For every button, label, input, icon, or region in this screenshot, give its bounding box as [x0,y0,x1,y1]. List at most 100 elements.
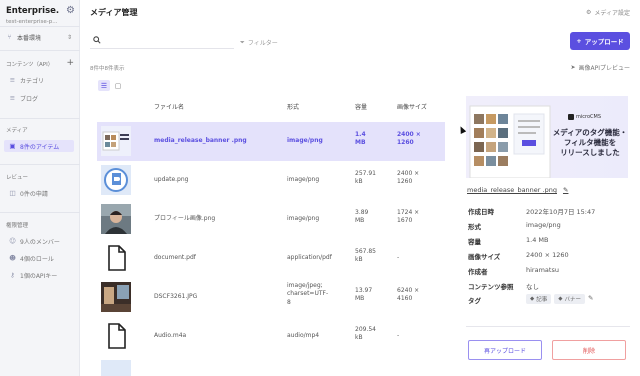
meta-key: 作成者 [468,268,488,276]
column-header-format[interactable]: 形式 [287,102,299,111]
row-dimensions: - [397,332,400,339]
toolbar: ⏷ フィルター + アップロード [80,30,640,54]
tag-list: ◆ 記事 ◆ バナー ✎ [526,294,593,304]
add-api-icon[interactable]: + [66,59,74,68]
thumbnail-partial [101,360,131,376]
table-row[interactable]: media_release_banner .png image/png 1.4 … [97,122,445,161]
meta-key: 作成日時 [468,208,494,216]
gear-icon[interactable]: ⚙ [66,6,76,16]
pencil-icon[interactable]: ✎ [563,186,568,194]
grid-view-icon[interactable]: ▢ [112,80,124,91]
section-content: コンテンツ（API） + [6,59,74,69]
send-icon: ➤ [570,64,576,71]
sidebar-item-media[interactable]: ▣ 8件のアイテム [4,140,74,152]
row-format: audio/mp4 [287,332,320,339]
filter-label: フィルター [247,40,278,47]
key-icon: ⚷ [10,270,15,279]
table-row[interactable]: update.png image/png 257.91 kB 2400 × 12… [97,161,445,200]
tag-label: 記事 [536,297,548,303]
environment-label: 本番環境 [17,34,42,42]
sidebar-item-label: 9人のメンバー [20,238,60,246]
row-size: 3.89 MB [355,209,369,225]
tag-chip[interactable]: ◆ 記事 [526,294,552,304]
meta-key: 容量 [468,238,481,246]
search-field[interactable] [90,34,234,49]
image-api-preview-link[interactable]: ➤ 画像APIプレビュー [570,63,630,72]
sidebar-item-review[interactable]: ◫ 0件の申請 [6,187,74,199]
sidebar: Enterprise... test-enterprise-p... ⚙ ⑂ 本… [0,0,80,376]
row-dimensions: 6240 × 4160 [397,287,420,303]
list-icon: ≡ [9,93,16,102]
table-row[interactable]: プロフィール画像.png image/png 3.89 MB 1724 × 16… [97,200,445,239]
meta-value: hiramatsu [526,266,559,274]
upload-button[interactable]: + アップロード [570,32,630,50]
row-dimensions: 2400 × 1260 [397,170,420,186]
row-size: 209.54 kB [355,326,376,342]
tag-icon: ◆ [558,296,563,302]
page-title: メディア管理 [90,8,138,17]
thumbnail-profile [101,204,131,234]
workspace-switcher[interactable]: Enterprise... test-enterprise-p... ⚙ [6,6,76,26]
pencil-icon[interactable]: ✎ [588,294,593,302]
sidebar-item-label: ブログ [20,95,39,103]
review-icon: ◫ [9,188,16,197]
section-review: レビュー [6,173,74,181]
sidebar-item-api-keys[interactable]: ⚷ 1個のAPIキー [6,269,74,281]
search-input[interactable] [107,38,227,44]
row-format: image/png [287,137,323,144]
workspace-subdomain: test-enterprise-p... [6,19,58,25]
divider [0,50,80,51]
result-count: 8件中8件表示 [90,66,125,72]
sidebar-item-category[interactable]: ≡ カテゴリ [6,74,74,86]
meta-value: 1.4 MB [526,236,549,244]
thumbnail-update [101,165,131,195]
table-row[interactable]: document.pdf application/pdf 567.85 kB - [97,239,445,278]
gear-icon: ⚙ [586,9,592,16]
chevron-updown-icon: ⇕ [66,33,72,41]
row-filename: プロフィール画像.png [154,215,216,222]
tag-chip[interactable]: ◆ バナー [554,294,585,304]
column-header-filename[interactable]: ファイル名 [154,102,184,111]
reupload-button[interactable]: 再アップロード [468,340,542,360]
sidebar-item-blog[interactable]: ≡ ブログ [6,92,74,104]
view-toggle: ☰ ▢ [98,80,124,91]
detail-filename[interactable]: media_release_banner .png ✎ [467,186,568,194]
environment-selector[interactable]: ⑂ 本番環境 ⇕ [6,32,72,42]
row-filename: update.png [154,176,189,183]
microcms-logo: microCMS [568,114,601,120]
filter-button[interactable]: ⏷ フィルター [240,38,278,48]
media-settings-link[interactable]: ⚙ メディア設定 [586,8,630,17]
row-filename: Audio.m4a [154,332,187,339]
row-dimensions: 1724 × 1670 [397,209,420,225]
meta-value: image/png [526,221,561,229]
table-header: ファイル名 形式 容量 画像サイズ [97,100,447,114]
sidebar-item-label: 1個のAPIキー [20,272,58,280]
tag-label: バナー [564,297,581,303]
row-format: image/png [287,176,320,183]
table-row[interactable] [97,356,445,376]
media-settings-label: メディア設定 [594,10,630,17]
list-view-icon[interactable]: ☰ [98,80,110,91]
upload-label: アップロード [584,38,624,46]
row-size: 257.91 kB [355,170,376,186]
meta-value: なし [526,283,539,291]
row-size: 13.97 MB [355,287,373,303]
row-format: image/png [287,215,320,222]
row-size: 1.4 MB [355,131,366,147]
sidebar-item-label: 0件の申請 [20,190,48,198]
sidebar-item-roles[interactable]: ☻ 4個のロール [6,252,74,264]
table-row[interactable]: DSCF3261.JPG image/jpeg; charset=UTF- 8 … [97,278,445,317]
divider [0,26,80,27]
role-icon: ☻ [9,253,16,262]
meta-key: 形式 [468,223,481,231]
delete-button[interactable]: 削除 [552,340,626,360]
column-header-size[interactable]: 容量 [355,102,367,111]
row-filename: document.pdf [154,254,196,261]
section-review-label: レビュー [6,175,29,181]
meta-key: 画像サイズ [468,253,501,261]
table-row[interactable]: Audio.m4a audio/mp4 209.54 kB - [97,317,445,356]
sidebar-item-members[interactable]: ☺ 9人のメンバー [6,235,74,247]
row-dimensions: 2400 × 1260 [397,131,421,147]
column-header-dimensions[interactable]: 画像サイズ [397,102,427,111]
section-content-label: コンテンツ（API） [6,62,54,68]
